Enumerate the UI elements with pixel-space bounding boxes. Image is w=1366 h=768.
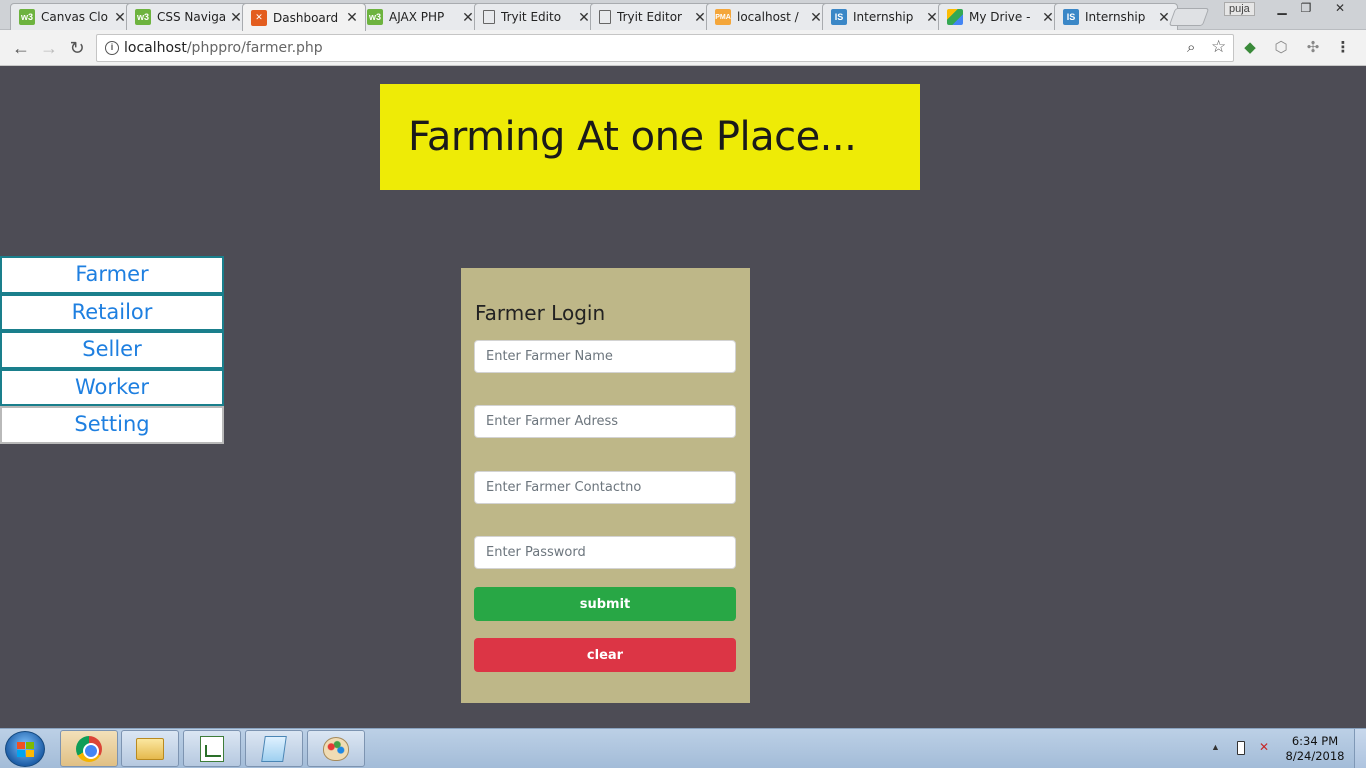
phpmyadmin-icon: PMA: [715, 9, 731, 25]
nav-item-setting[interactable]: Setting: [0, 406, 224, 444]
farmer-address-input[interactable]: [474, 405, 736, 438]
close-tab-icon[interactable]: ✕: [809, 9, 823, 26]
os-taskbar: ▲ ✕ 6:34 PM 8/24/2018: [0, 728, 1366, 768]
tab-title: Internship: [853, 10, 914, 24]
taskbar-paint[interactable]: [307, 730, 365, 767]
close-tab-icon[interactable]: ✕: [229, 9, 243, 26]
url-host: localhost: [124, 40, 187, 56]
tab-title: Canvas Clo: [41, 10, 108, 24]
back-icon[interactable]: ←: [9, 36, 33, 60]
tab-title: Internship: [1085, 10, 1146, 24]
browser-tab[interactable]: Tryit Edito ✕: [474, 3, 598, 30]
browser-tab[interactable]: w3 CSS Naviga ✕: [126, 3, 250, 30]
forward-icon[interactable]: →: [37, 36, 61, 60]
browser-tab[interactable]: w3 Canvas Clo ✕: [10, 3, 134, 30]
clock-date: 8/24/2018: [1285, 749, 1345, 763]
menu-kebab-icon[interactable]: ⋮: [1334, 39, 1352, 57]
submit-button[interactable]: submit: [474, 587, 736, 621]
browser-tab-active[interactable]: ✕ Dashboard ✕: [242, 3, 366, 31]
site-banner: Farming At one Place...: [380, 84, 920, 190]
paint-icon: [323, 736, 349, 761]
bookmark-star-icon[interactable]: ☆: [1211, 37, 1226, 57]
internshala-icon: IS: [831, 9, 847, 25]
show-desktop-button[interactable]: [1354, 729, 1366, 768]
login-heading: Farmer Login: [475, 301, 606, 325]
internshala-icon: IS: [1063, 9, 1079, 25]
taskbar-chrome[interactable]: [60, 730, 118, 767]
close-tab-icon[interactable]: ✕: [1041, 9, 1055, 26]
browser-tab[interactable]: IS Internship ✕: [822, 3, 946, 30]
extension-icon[interactable]: ◆: [1241, 39, 1259, 57]
browser-tab[interactable]: Tryit Editor ✕: [590, 3, 714, 30]
tab-title: Dashboard: [273, 10, 339, 25]
banner-title: Farming At one Place...: [408, 114, 857, 160]
browser-tab[interactable]: My Drive - ✕: [938, 3, 1062, 30]
network-disconnected-icon[interactable]: ✕: [1256, 740, 1272, 756]
google-drive-icon: [947, 9, 963, 25]
xampp-icon: ✕: [251, 9, 267, 26]
minimize-icon[interactable]: ▁: [1270, 1, 1294, 15]
profile-name[interactable]: puja: [1224, 2, 1255, 16]
url-path: /phppro/farmer.php: [186, 40, 323, 56]
w3schools-icon: w3: [367, 9, 383, 25]
document-icon: [599, 10, 611, 24]
system-clock[interactable]: 6:34 PM 8/24/2018: [1280, 734, 1350, 764]
tab-title: localhost /: [737, 10, 799, 24]
browser-tab[interactable]: IS Internship ✕: [1054, 3, 1178, 30]
site-info-icon[interactable]: i: [105, 41, 119, 55]
close-tab-icon[interactable]: ✕: [577, 9, 591, 26]
close-tab-icon[interactable]: ✕: [461, 9, 475, 26]
browser-tab[interactable]: w3 AJAX PHP ✕: [358, 3, 482, 30]
taskbar-explorer[interactable]: [121, 730, 179, 767]
tab-title: CSS Naviga: [157, 10, 227, 24]
clear-button[interactable]: clear: [474, 638, 736, 672]
farmer-name-input[interactable]: [474, 340, 736, 373]
browser-tab-strip: w3 Canvas Clo ✕ w3 CSS Naviga ✕ ✕ Dashbo…: [0, 0, 1366, 31]
password-input[interactable]: [474, 536, 736, 569]
new-tab-button[interactable]: [1168, 8, 1210, 26]
nav-item-seller[interactable]: Seller: [0, 331, 224, 369]
nav-item-farmer[interactable]: Farmer: [0, 256, 224, 294]
address-bar[interactable]: i localhost/phppro/farmer.php ⌕ ☆: [96, 34, 1234, 62]
browser-toolbar: ← → ↻ i localhost/phppro/farmer.php ⌕ ☆ …: [0, 30, 1366, 66]
browser-tab[interactable]: PMA localhost / ✕: [706, 3, 830, 30]
tab-title: Tryit Editor: [617, 10, 682, 24]
side-navigation: Farmer Retailor Seller Worker Setting: [0, 256, 224, 444]
reload-icon[interactable]: ↻: [65, 36, 89, 60]
nav-item-worker[interactable]: Worker: [0, 368, 224, 406]
taskbar-editor[interactable]: [183, 730, 241, 767]
tab-title: AJAX PHP: [389, 10, 445, 24]
close-tab-icon[interactable]: ✕: [345, 9, 359, 26]
taskbar-notepad[interactable]: [245, 730, 303, 767]
folder-icon: [136, 737, 164, 760]
text-editor-icon: [200, 735, 224, 762]
extension-puzzle-icon[interactable]: ✣: [1304, 39, 1322, 57]
tab-title: My Drive -: [969, 10, 1031, 24]
nav-item-retailor[interactable]: Retailor: [0, 293, 224, 331]
w3schools-icon: w3: [19, 9, 35, 25]
farmer-login-form: Farmer Login submit clear: [461, 268, 750, 703]
tray-expand-icon[interactable]: ▲: [1211, 742, 1220, 752]
close-tab-icon[interactable]: ✕: [693, 9, 707, 26]
windows-logo-icon: [17, 742, 34, 757]
w3schools-icon: w3: [135, 9, 151, 25]
chrome-icon: [76, 735, 102, 762]
close-tab-icon[interactable]: ✕: [925, 9, 939, 26]
farmer-contact-input[interactable]: [474, 471, 736, 504]
close-tab-icon[interactable]: ✕: [113, 9, 127, 26]
tab-title: Tryit Edito: [501, 10, 562, 24]
restore-icon[interactable]: ❐: [1294, 1, 1318, 15]
document-icon: [483, 10, 495, 24]
close-window-icon[interactable]: ✕: [1328, 1, 1352, 15]
start-button[interactable]: [5, 731, 45, 767]
notepad-icon: [261, 735, 287, 762]
extension-cube-icon[interactable]: ⬡: [1272, 39, 1290, 57]
battery-icon[interactable]: [1237, 741, 1245, 755]
clock-time: 6:34 PM: [1291, 734, 1339, 748]
url-text[interactable]: localhost/phppro/farmer.php: [124, 40, 323, 56]
zoom-icon[interactable]: ⌕: [1187, 39, 1195, 56]
